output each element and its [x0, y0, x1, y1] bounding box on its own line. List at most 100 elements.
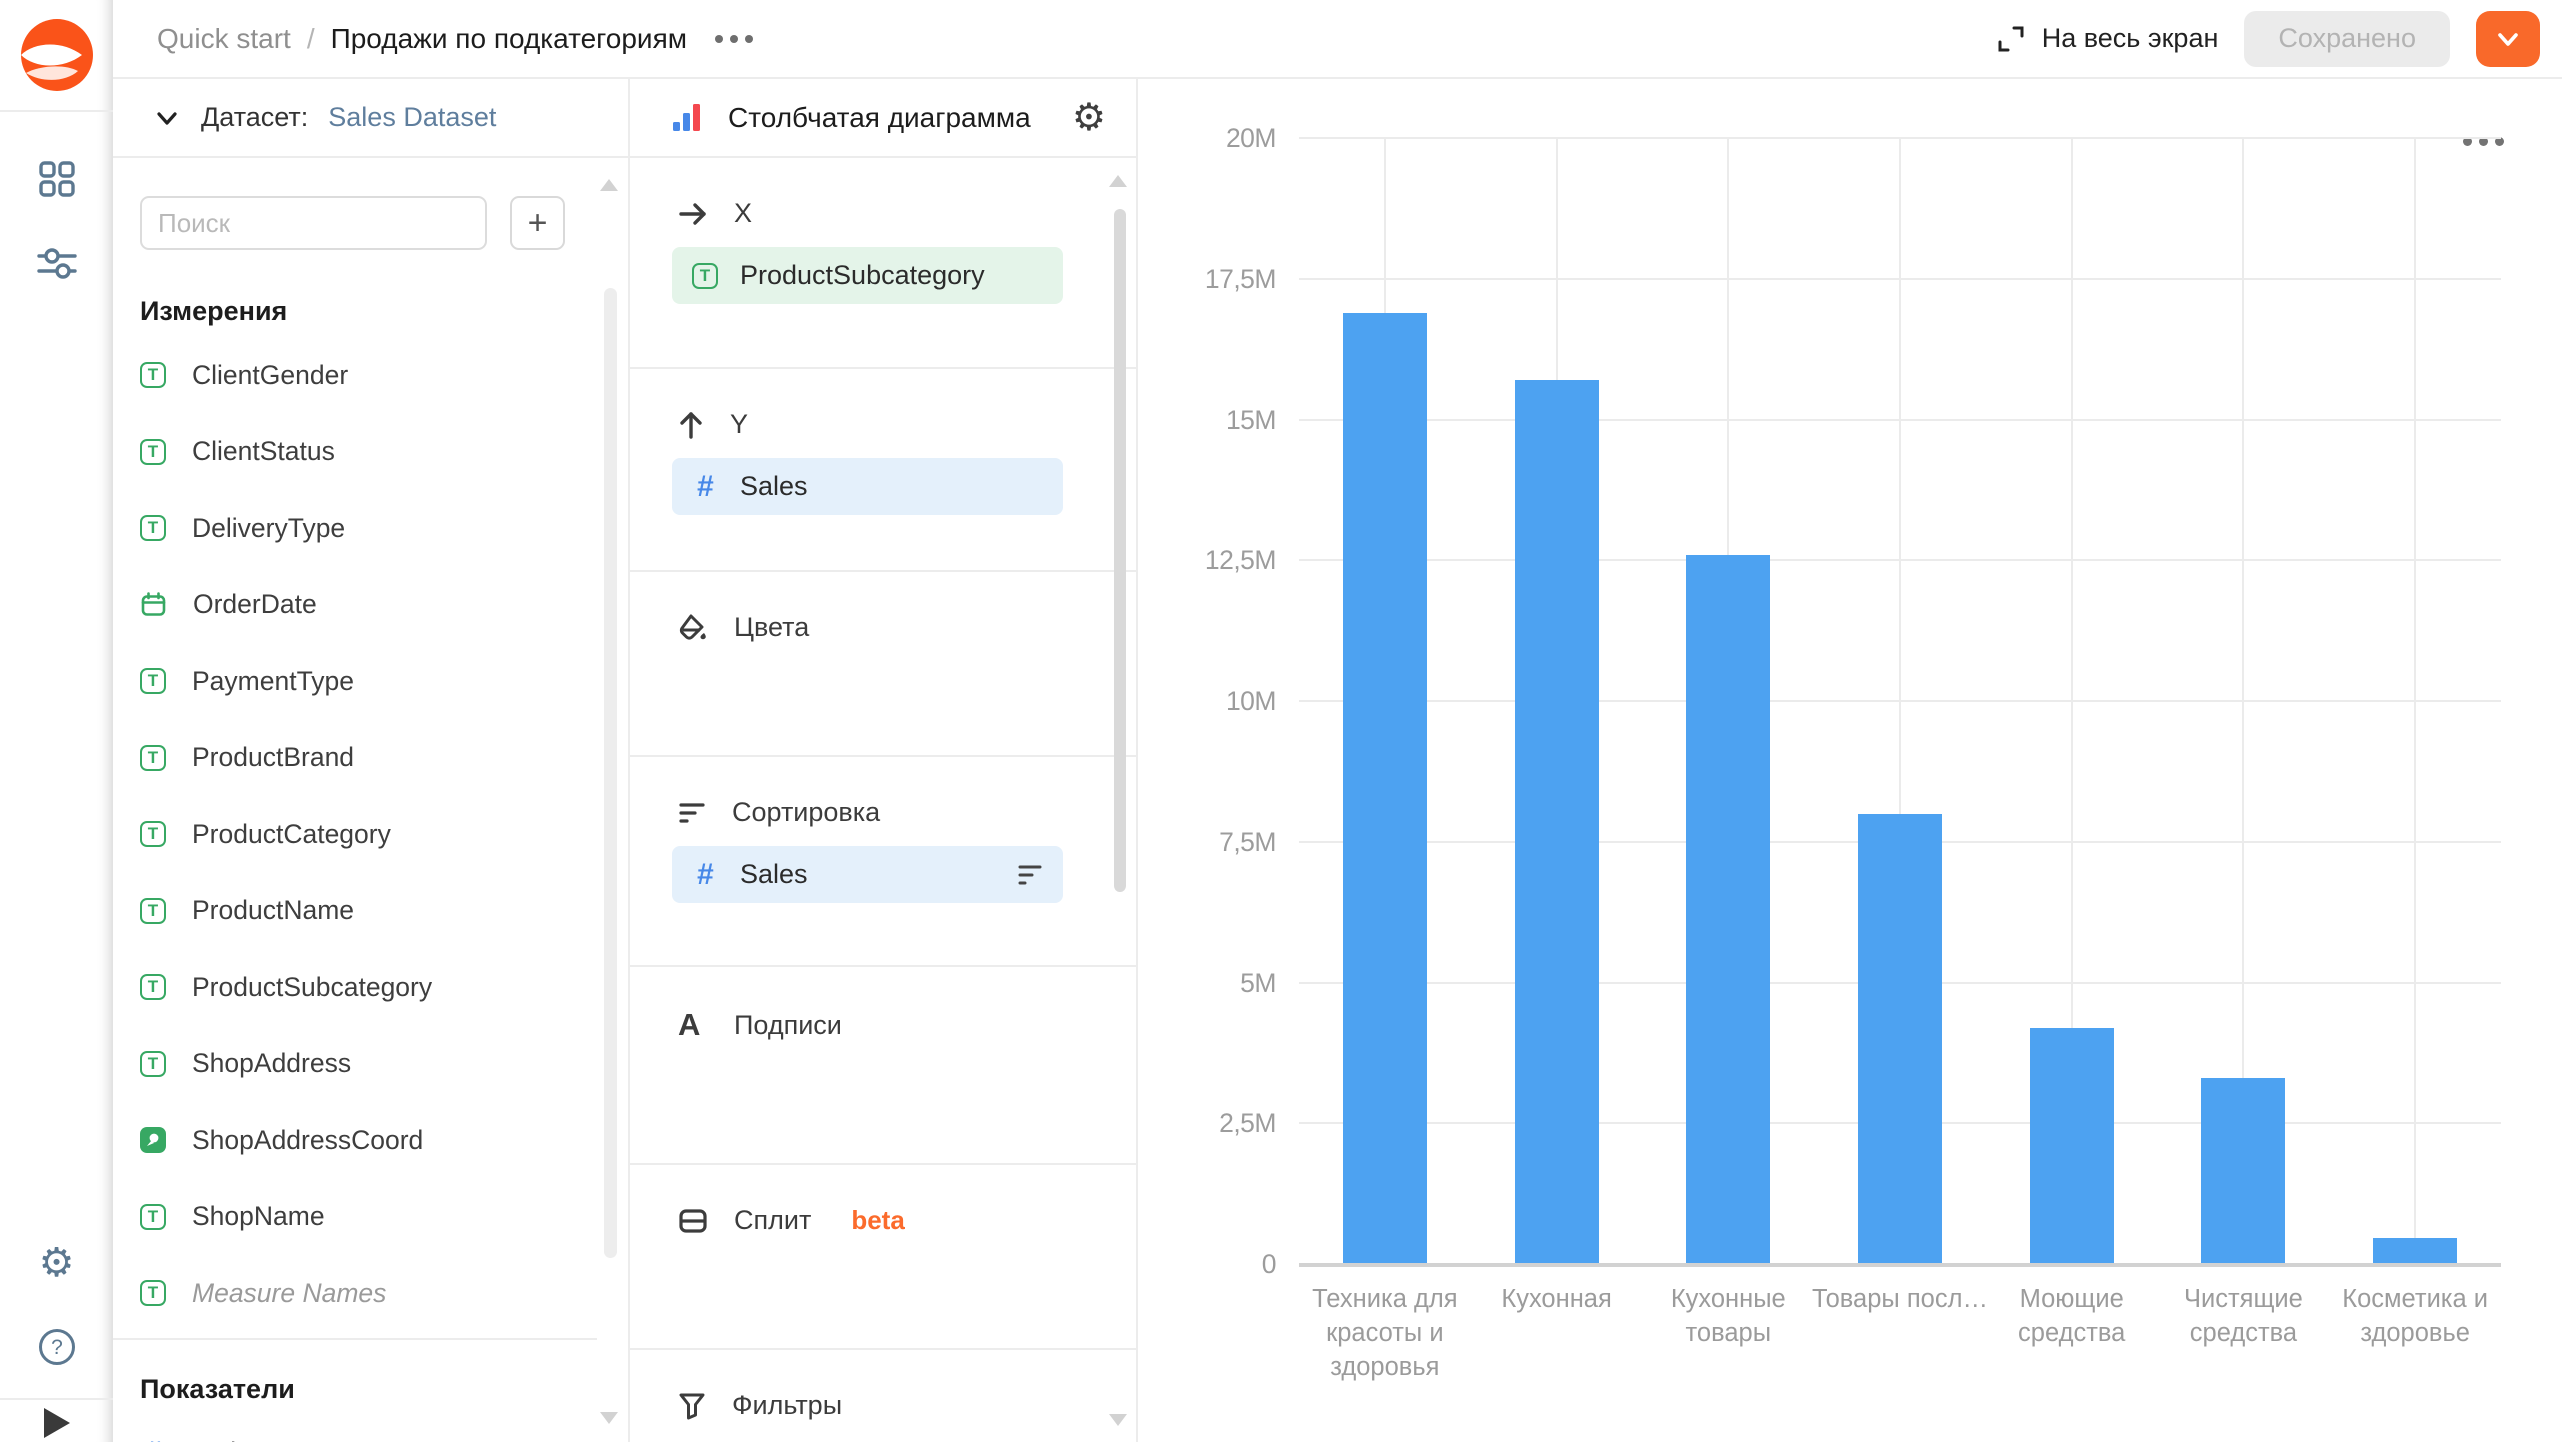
- datalens-chart-editor: ⚙ ? Quick start / Продажи по подкатегори…: [0, 0, 2562, 1442]
- fullscreen-button[interactable]: На весь экран: [1996, 23, 2219, 54]
- shelf-y: Y # Sales: [630, 369, 1136, 572]
- chevron-down-icon: [157, 111, 177, 125]
- bar[interactable]: [2201, 1078, 2286, 1264]
- svg-text:?: ?: [51, 1336, 63, 1359]
- collapse-panel-icon[interactable]: [0, 1408, 113, 1438]
- scrollbar[interactable]: [1114, 209, 1126, 892]
- chart-settings-gear-icon[interactable]: ⚙: [1072, 99, 1106, 137]
- settings-sliders-icon[interactable]: [36, 246, 77, 280]
- shelf-sort-label: Сортировка: [732, 797, 881, 827]
- list-item[interactable]: T ClientStatus: [140, 414, 598, 491]
- add-field-button[interactable]: +: [510, 196, 565, 250]
- bar[interactable]: [1858, 813, 1942, 1264]
- field-pill-x[interactable]: T ProductSubcategory: [672, 247, 1063, 304]
- title-more-menu-icon[interactable]: [714, 34, 753, 43]
- beta-badge: beta: [851, 1205, 905, 1235]
- text-field-icon: T: [140, 1280, 166, 1307]
- filter-funnel-icon: [678, 1391, 706, 1421]
- dataset-label: Датасет:: [201, 102, 309, 132]
- list-item[interactable]: T ProductName: [140, 873, 598, 950]
- x-category-label: Техника для красоты и здоровья: [1312, 1285, 1458, 1382]
- breadcrumb-folder[interactable]: Quick start: [157, 23, 291, 55]
- field-name: Measure Names: [192, 1277, 387, 1308]
- bar[interactable]: [2373, 1238, 2458, 1264]
- search-input[interactable]: [140, 196, 487, 250]
- x-category-label: Товары посл…: [1812, 1285, 1988, 1313]
- field-name: ProductSubcategory: [192, 971, 433, 1002]
- list-item[interactable]: T DeliveryType: [140, 490, 598, 567]
- letter-a-icon: A: [678, 1007, 701, 1042]
- x-category-label: Чистящие средства: [2183, 1285, 2303, 1348]
- dataset-panel: Датасет: Sales Dataset + Измерения T Clie…: [110, 79, 630, 1442]
- field-pill-label: ProductSubcategory: [740, 260, 985, 290]
- list-item[interactable]: T Measure Names: [140, 1255, 598, 1332]
- list-item[interactable]: # OrderCount: [140, 1415, 598, 1442]
- scroll-up-icon[interactable]: [1109, 175, 1127, 187]
- list-item[interactable]: ShopAddressCoord: [140, 1102, 598, 1179]
- field-pill-y[interactable]: # Sales: [672, 458, 1063, 515]
- field-pill-sort[interactable]: # Sales: [672, 846, 1063, 903]
- y-tick-label: 7,5M: [1219, 826, 1276, 857]
- list-item[interactable]: T ProductBrand: [140, 720, 598, 797]
- text-field-icon: T: [140, 744, 166, 771]
- fullscreen-label: На весь экран: [2041, 23, 2219, 53]
- top-header: Quick start / Продажи по подкатегориям Н…: [113, 0, 2562, 79]
- text-field-icon: T: [140, 1050, 166, 1077]
- help-icon[interactable]: ?: [0, 1328, 113, 1366]
- shelf-colors-label: Цвета: [734, 612, 810, 642]
- field-name: PaymentType: [192, 665, 355, 696]
- shelf-labels: A Подписи: [630, 967, 1136, 1165]
- saved-button[interactable]: Сохранено: [2244, 10, 2450, 67]
- text-field-icon: T: [140, 515, 166, 542]
- shelf-split-label: Сплит: [734, 1205, 812, 1235]
- x-category-label: Кухонная: [1501, 1285, 1612, 1313]
- scroll-down-icon[interactable]: [1109, 1414, 1127, 1426]
- list-item[interactable]: T ShopName: [140, 1179, 598, 1256]
- rail-settings-gear-icon[interactable]: ⚙: [0, 1243, 113, 1283]
- chart-preview-panel: 20M 17,5M 15M 12,5M 10M 7,5M 5M 2,5M 0 Техника д…: [1138, 79, 2562, 1442]
- field-name: ProductBrand: [192, 742, 355, 773]
- scrollbar[interactable]: [604, 288, 617, 1258]
- list-item[interactable]: T ClientGender: [140, 337, 598, 414]
- text-field-icon: T: [140, 362, 166, 389]
- shelf-x-label: X: [734, 198, 753, 228]
- y-tick-label: 12,5M: [1204, 545, 1277, 576]
- list-item[interactable]: T ShopAddress: [140, 1026, 598, 1103]
- shelf-filters-label: Фильтры: [732, 1390, 843, 1420]
- scroll-down-icon[interactable]: [600, 1412, 618, 1424]
- breadcrumb-separator: /: [306, 22, 315, 54]
- y-tick-label: 5M: [1240, 967, 1276, 998]
- scroll-up-icon[interactable]: [600, 179, 618, 191]
- sort-descending-icon: [678, 801, 706, 825]
- y-tick-label: 10M: [1225, 686, 1277, 716]
- list-item[interactable]: T ProductCategory: [140, 796, 598, 873]
- chart-type-selector[interactable]: Столбчатая диаграмма: [728, 102, 1050, 134]
- field-name: ShopAddress: [192, 1048, 352, 1079]
- bar[interactable]: [1686, 554, 1771, 1264]
- text-field-icon: T: [140, 438, 166, 465]
- bar[interactable]: [1342, 312, 1427, 1264]
- save-dropdown-button[interactable]: [2476, 10, 2540, 67]
- field-name: OrderCount: [192, 1437, 330, 1442]
- list-item[interactable]: T PaymentType: [140, 643, 598, 720]
- field-name: OrderDate: [193, 589, 317, 620]
- bar[interactable]: [2029, 1027, 2114, 1264]
- field-name: ShopName: [192, 1201, 325, 1232]
- left-nav-rail: ⚙ ?: [0, 0, 113, 1442]
- field-name: DeliveryType: [192, 512, 346, 543]
- number-field-icon: #: [140, 1436, 166, 1442]
- shelf-filters: Фильтры: [630, 1350, 1136, 1442]
- shelf-labels-label: Подписи: [734, 1009, 842, 1040]
- shelf-split: Сплит beta: [630, 1165, 1136, 1350]
- list-item[interactable]: OrderDate: [140, 567, 598, 644]
- field-name: ClientGender: [192, 359, 349, 390]
- app-logo[interactable]: [0, 0, 113, 112]
- services-grid-icon[interactable]: [38, 160, 76, 198]
- gridline-vertical: [2414, 138, 2417, 1264]
- list-item[interactable]: T ProductSubcategory: [140, 949, 598, 1026]
- dataset-name-link[interactable]: Sales Dataset: [328, 102, 496, 133]
- sort-order-icon[interactable]: [1017, 864, 1043, 886]
- dataset-header[interactable]: Датасет: Sales Dataset: [113, 79, 628, 158]
- y-tick-label: 20M: [1225, 123, 1277, 153]
- bar[interactable]: [1514, 380, 1599, 1264]
